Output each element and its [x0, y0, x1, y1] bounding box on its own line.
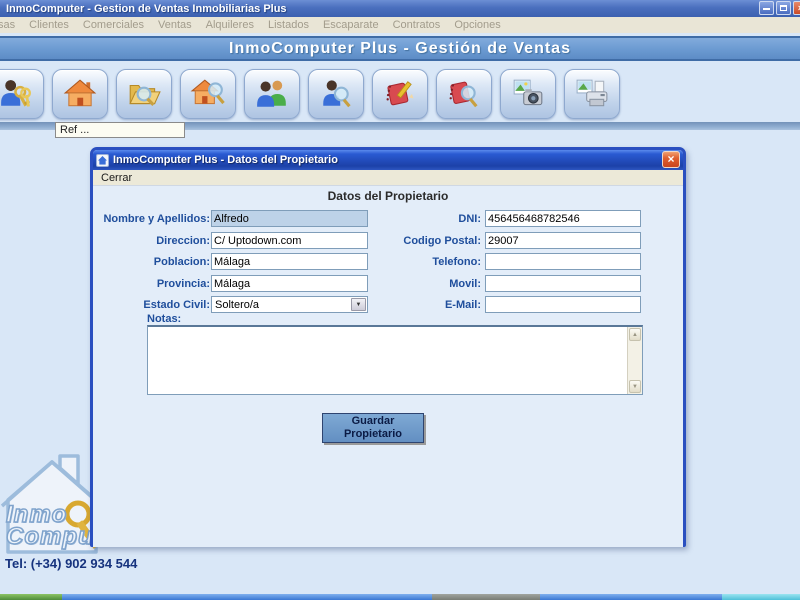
toolbar-button-notebook-edit[interactable] [372, 69, 428, 119]
house-icon [63, 79, 97, 107]
label-movil: Movil: [449, 278, 481, 290]
label-nombre: Nombre y Apellidos: [103, 213, 210, 225]
photo-camera-icon [513, 79, 543, 106]
scroll-up-icon[interactable]: ▲ [629, 328, 641, 341]
label-email: E-Mail: [444, 299, 481, 311]
dialog-title: InmoComputer Plus - Datos del Propietari… [113, 154, 338, 166]
close-button[interactable]: × [793, 1, 800, 15]
toolbar-button-photo-camera[interactable] [500, 69, 556, 119]
estado-civil-select[interactable]: Soltero/a ▼ [211, 296, 368, 313]
notebook-edit-icon [386, 81, 414, 106]
taskbar-sliver [0, 594, 800, 600]
phone-number: Tel: (+34) 902 934 544 [5, 556, 138, 571]
minimize-button[interactable] [759, 1, 774, 15]
restore-icon [780, 5, 787, 11]
minimize-icon [763, 8, 770, 10]
scroll-down-icon[interactable]: ▼ [629, 380, 641, 393]
taskbar-segment [540, 594, 722, 600]
movil-input[interactable] [485, 275, 641, 292]
save-button-line2: Propietario [343, 428, 403, 440]
toolbar-button-person-search[interactable] [308, 69, 364, 119]
label-direccion: Direccion: [156, 235, 210, 247]
notebook-search-icon [449, 81, 478, 108]
window-title: InmoComputer - Gestion de Ventas Inmobil… [6, 2, 287, 15]
form-heading: Datos del Propietario [327, 189, 449, 203]
photo-printer-icon [576, 79, 608, 107]
ref-tooltip[interactable]: Ref ... [55, 122, 185, 138]
menu-item-ventas[interactable]: Ventas [158, 19, 192, 31]
provincia-input[interactable] [211, 275, 368, 292]
save-button-line1: Guardar [351, 415, 395, 427]
dni-input[interactable] [485, 210, 641, 227]
toolbar-button-notebook-search[interactable] [436, 69, 492, 119]
app-header-banner: InmoComputer Plus - Gestión de Ventas [0, 36, 800, 61]
dialog-menubar: Cerrar [93, 170, 683, 186]
label-dni: DNI: [458, 213, 481, 225]
label-notas: Notas: [147, 313, 182, 325]
propietario-dialog: InmoComputer Plus - Datos del Propietari… [90, 147, 686, 547]
dialog-body: Datos del Propietario Nombre y Apellidos… [93, 186, 683, 547]
toolbar-button-clients[interactable] [244, 69, 300, 119]
label-estado-civil: Estado Civil: [143, 299, 210, 311]
codigo-postal-input[interactable] [485, 232, 641, 249]
notas-scrollbar[interactable]: ▲ ▼ [627, 327, 642, 394]
dialog-close-icon: × [667, 152, 675, 166]
menu-item-escaparate[interactable]: Escaparate [323, 19, 379, 31]
dialog-close-button[interactable]: × [662, 151, 680, 168]
label-telefono: Telefono: [432, 256, 481, 268]
logo-wordmark: Inmo Comput [5, 501, 103, 550]
app-header-title: InmoComputer Plus - Gestión de Ventas [229, 39, 571, 57]
direccion-input[interactable] [211, 232, 368, 249]
main-menubar: sas Clientes Comerciales Ventas Alquiler… [0, 17, 800, 33]
toolbar-button-photo-printer[interactable] [564, 69, 620, 119]
application-window: InmoComputer - Gestion de Ventas Inmobil… [0, 0, 800, 600]
dialog-titlebar: InmoComputer Plus - Datos del Propietari… [93, 150, 683, 170]
owner-keys-icon [1, 80, 31, 107]
menu-item-contratos[interactable]: Contratos [393, 19, 441, 31]
nombre-input[interactable] [211, 210, 368, 227]
person-search-icon [323, 80, 351, 108]
label-codigo-postal: Codigo Postal: [403, 235, 481, 247]
email-input[interactable] [485, 296, 641, 313]
restore-button[interactable] [776, 1, 791, 15]
dialog-menu-cerrar[interactable]: Cerrar [101, 172, 132, 184]
toolbar-button-house[interactable] [52, 69, 108, 119]
label-provincia: Provincia: [156, 278, 210, 290]
menu-item-alquileres[interactable]: Alquileres [206, 19, 254, 31]
taskbar-start-segment [0, 594, 62, 600]
label-poblacion: Poblacion: [153, 256, 210, 268]
main-toolbar [0, 69, 620, 121]
menu-item-casas[interactable]: sas [0, 19, 15, 31]
guardar-propietario-button[interactable]: Guardar Propietario [322, 413, 424, 443]
notas-textarea[interactable]: ▲ ▼ [147, 325, 643, 395]
toolbar-button-house-search[interactable] [180, 69, 236, 119]
taskbar-segment [432, 594, 540, 600]
menu-item-comerciales[interactable]: Comerciales [83, 19, 144, 31]
taskbar-segment [62, 594, 432, 600]
menu-item-listados[interactable]: Listados [268, 19, 309, 31]
dialog-house-icon [96, 153, 109, 167]
clients-icon [257, 80, 286, 107]
folder-search-icon [129, 84, 161, 106]
menu-item-clientes[interactable]: Clientes [29, 19, 69, 31]
dropdown-arrow-icon[interactable]: ▼ [351, 298, 366, 311]
telefono-input[interactable] [485, 253, 641, 270]
toolbar-button-owner-keys[interactable] [0, 69, 44, 119]
taskbar-tray-segment [722, 594, 800, 600]
toolbar-button-folder-search[interactable] [116, 69, 172, 119]
house-search-icon [190, 79, 225, 105]
estado-civil-value: Soltero/a [215, 298, 260, 311]
poblacion-input[interactable] [211, 253, 368, 270]
window-titlebar: InmoComputer - Gestion de Ventas Inmobil… [0, 0, 800, 17]
menu-item-opciones[interactable]: Opciones [454, 19, 500, 31]
